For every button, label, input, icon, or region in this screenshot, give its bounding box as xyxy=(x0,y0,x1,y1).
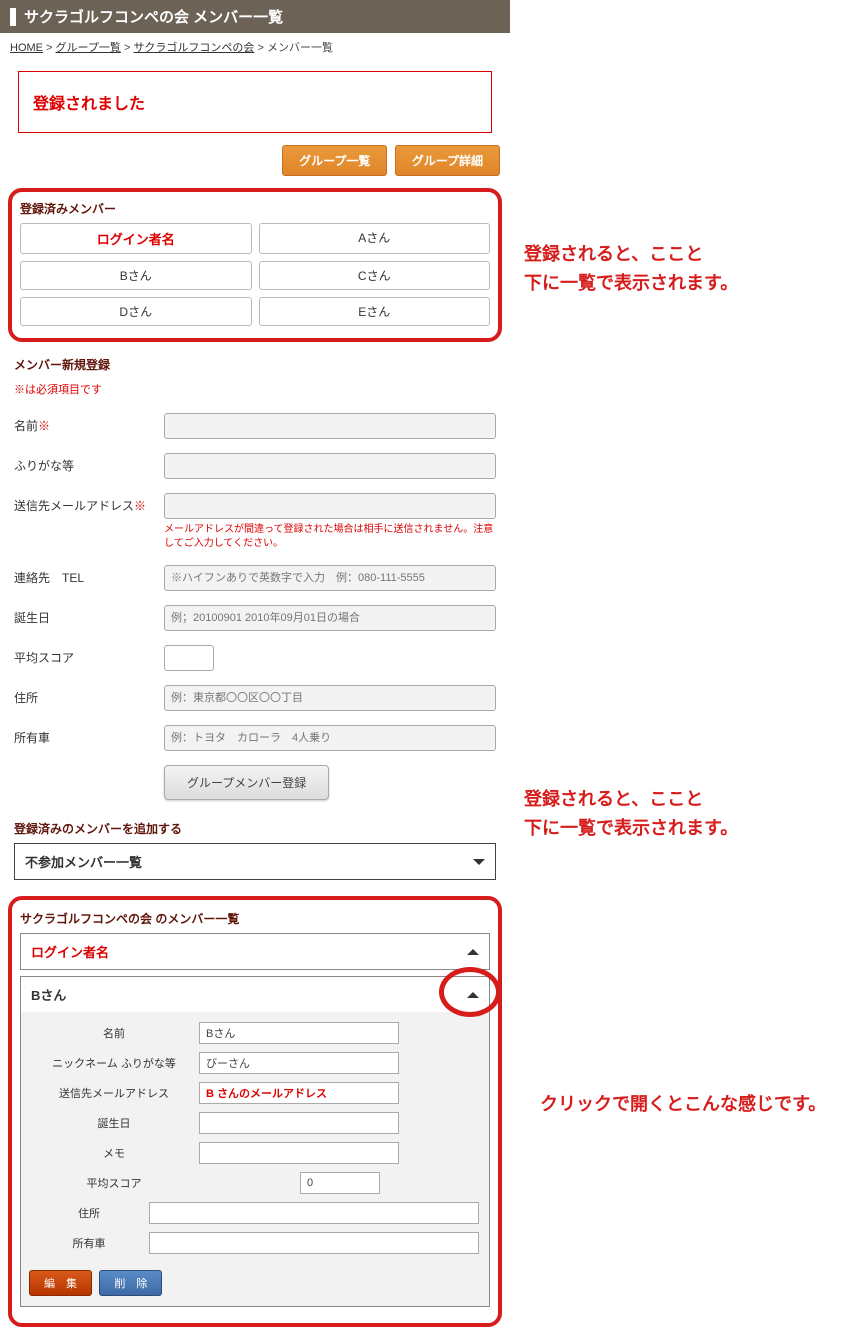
register-member-button[interactable]: グループメンバー登録 xyxy=(164,765,329,800)
registered-members-panel: 登録済みメンバー ログイン者名 Aさん Bさん Cさん Dさん Eさん xyxy=(8,188,502,342)
nonparticipant-dropdown[interactable]: 不参加メンバー一覧 xyxy=(14,843,496,880)
group-detail-button[interactable]: グループ詳細 xyxy=(395,145,500,176)
member-grid: ログイン者名 Aさん Bさん Cさん Dさん Eさん xyxy=(20,223,490,326)
detail-memo-input[interactable] xyxy=(199,1142,399,1164)
kana-input[interactable] xyxy=(164,453,496,479)
required-note: ※は必須項目です xyxy=(14,381,496,397)
chevron-up-icon xyxy=(467,949,479,955)
detail-name-label: 名前 xyxy=(29,1025,199,1041)
annotation-text-2: 登録されると、ここと 下に一覧で表示されます。 xyxy=(524,785,738,843)
birthday-label: 誕生日 xyxy=(14,605,164,626)
email-note: メールアドレスが間違って登録された場合は相手に送信されません。注意してご入力して… xyxy=(164,523,496,551)
page-header: サクラゴルフコンペの会 メンバー一覧 xyxy=(0,0,510,33)
email-input[interactable] xyxy=(164,493,496,519)
name-label: 名前※ xyxy=(14,413,164,434)
delete-button[interactable]: 削 除 xyxy=(99,1270,162,1296)
accordion-head-login[interactable]: ログイン者名 xyxy=(21,934,489,969)
member-cell[interactable]: Eさん xyxy=(259,297,491,326)
breadcrumb-groups[interactable]: グループ一覧 xyxy=(56,42,121,54)
member-cell[interactable]: Aさん xyxy=(259,223,491,254)
chevron-down-icon xyxy=(473,859,485,865)
detail-birthday-input[interactable] xyxy=(199,1112,399,1134)
member-cell-login[interactable]: ログイン者名 xyxy=(20,223,252,254)
kana-label: ふりがな等 xyxy=(14,453,164,474)
edit-button[interactable]: 編 集 xyxy=(29,1270,92,1296)
registered-members-title: 登録済みメンバー xyxy=(20,200,490,217)
score-label: 平均スコア xyxy=(14,645,164,666)
add-existing-section: 登録済みのメンバーを追加する 不参加メンバー一覧 xyxy=(0,820,510,896)
detail-email-label: 送信先メールアドレス xyxy=(29,1085,199,1101)
car-input[interactable] xyxy=(164,725,496,751)
accordion-item-b: Bさん 名前 ニックネーム ふりがな等 送信先メールアドレス 誕生日 xyxy=(20,976,490,1307)
tel-label: 連絡先 TEL xyxy=(14,565,164,586)
new-registration-title: メンバー新規登録 xyxy=(14,356,496,373)
birthday-input[interactable] xyxy=(164,605,496,631)
annotation-text-3: クリックで開くとこんな感じです。 xyxy=(540,1090,826,1119)
member-list-panel: サクラゴルフコンペの会 のメンバー一覧 ログイン者名 Bさん 名前 ニックネーム… xyxy=(8,896,502,1327)
member-list-title: サクラゴルフコンペの会 のメンバー一覧 xyxy=(20,910,490,927)
detail-nick-input[interactable] xyxy=(199,1052,399,1074)
member-cell[interactable]: Dさん xyxy=(20,297,252,326)
annotation-text-1: 登録されると、ここと 下に一覧で表示されます。 xyxy=(524,240,738,298)
detail-score-input[interactable] xyxy=(300,1172,380,1194)
chevron-up-icon xyxy=(467,992,479,998)
header-mark-icon xyxy=(10,8,16,26)
member-cell[interactable]: Bさん xyxy=(20,261,252,290)
detail-car-label: 所有車 xyxy=(29,1235,149,1251)
detail-car-input[interactable] xyxy=(149,1232,479,1254)
new-registration-section: メンバー新規登録 ※は必須項目です 名前※ ふりがな等 送信先メールアドレス※ … xyxy=(0,356,510,814)
top-button-row: グループ一覧 グループ詳細 xyxy=(0,145,510,188)
detail-birthday-label: 誕生日 xyxy=(29,1115,199,1131)
accordion-head-b[interactable]: Bさん xyxy=(21,977,489,1012)
detail-address-label: 住所 xyxy=(29,1205,149,1221)
success-alert: 登録されました xyxy=(18,71,492,133)
email-label: 送信先メールアドレス※ xyxy=(14,493,164,514)
detail-score-label: 平均スコア xyxy=(29,1175,199,1191)
page-title: サクラゴルフコンペの会 メンバー一覧 xyxy=(24,6,283,27)
group-list-button[interactable]: グループ一覧 xyxy=(282,145,387,176)
breadcrumb: HOME > グループ一覧 > サクラゴルフコンペの会 > メンバー一覧 xyxy=(0,33,510,61)
car-label: 所有車 xyxy=(14,725,164,746)
member-cell[interactable]: Cさん xyxy=(259,261,491,290)
score-input[interactable] xyxy=(164,645,214,671)
member-detail-panel: 名前 ニックネーム ふりがな等 送信先メールアドレス 誕生日 メモ xyxy=(21,1012,489,1306)
breadcrumb-group[interactable]: サクラゴルフコンペの会 xyxy=(133,42,254,54)
address-input[interactable] xyxy=(164,685,496,711)
accordion-item-login: ログイン者名 xyxy=(20,933,490,970)
add-existing-title: 登録済みのメンバーを追加する xyxy=(14,820,496,837)
tel-input[interactable] xyxy=(164,565,496,591)
detail-address-input[interactable] xyxy=(149,1202,479,1224)
detail-nick-label: ニックネーム ふりがな等 xyxy=(29,1055,199,1071)
dropdown-label: 不参加メンバー一覧 xyxy=(25,852,142,871)
address-label: 住所 xyxy=(14,685,164,706)
detail-name-input[interactable] xyxy=(199,1022,399,1044)
name-input[interactable] xyxy=(164,413,496,439)
breadcrumb-home[interactable]: HOME xyxy=(10,42,43,54)
detail-email-input[interactable] xyxy=(199,1082,399,1104)
detail-memo-label: メモ xyxy=(29,1145,199,1161)
breadcrumb-current: メンバー一覧 xyxy=(267,42,333,54)
